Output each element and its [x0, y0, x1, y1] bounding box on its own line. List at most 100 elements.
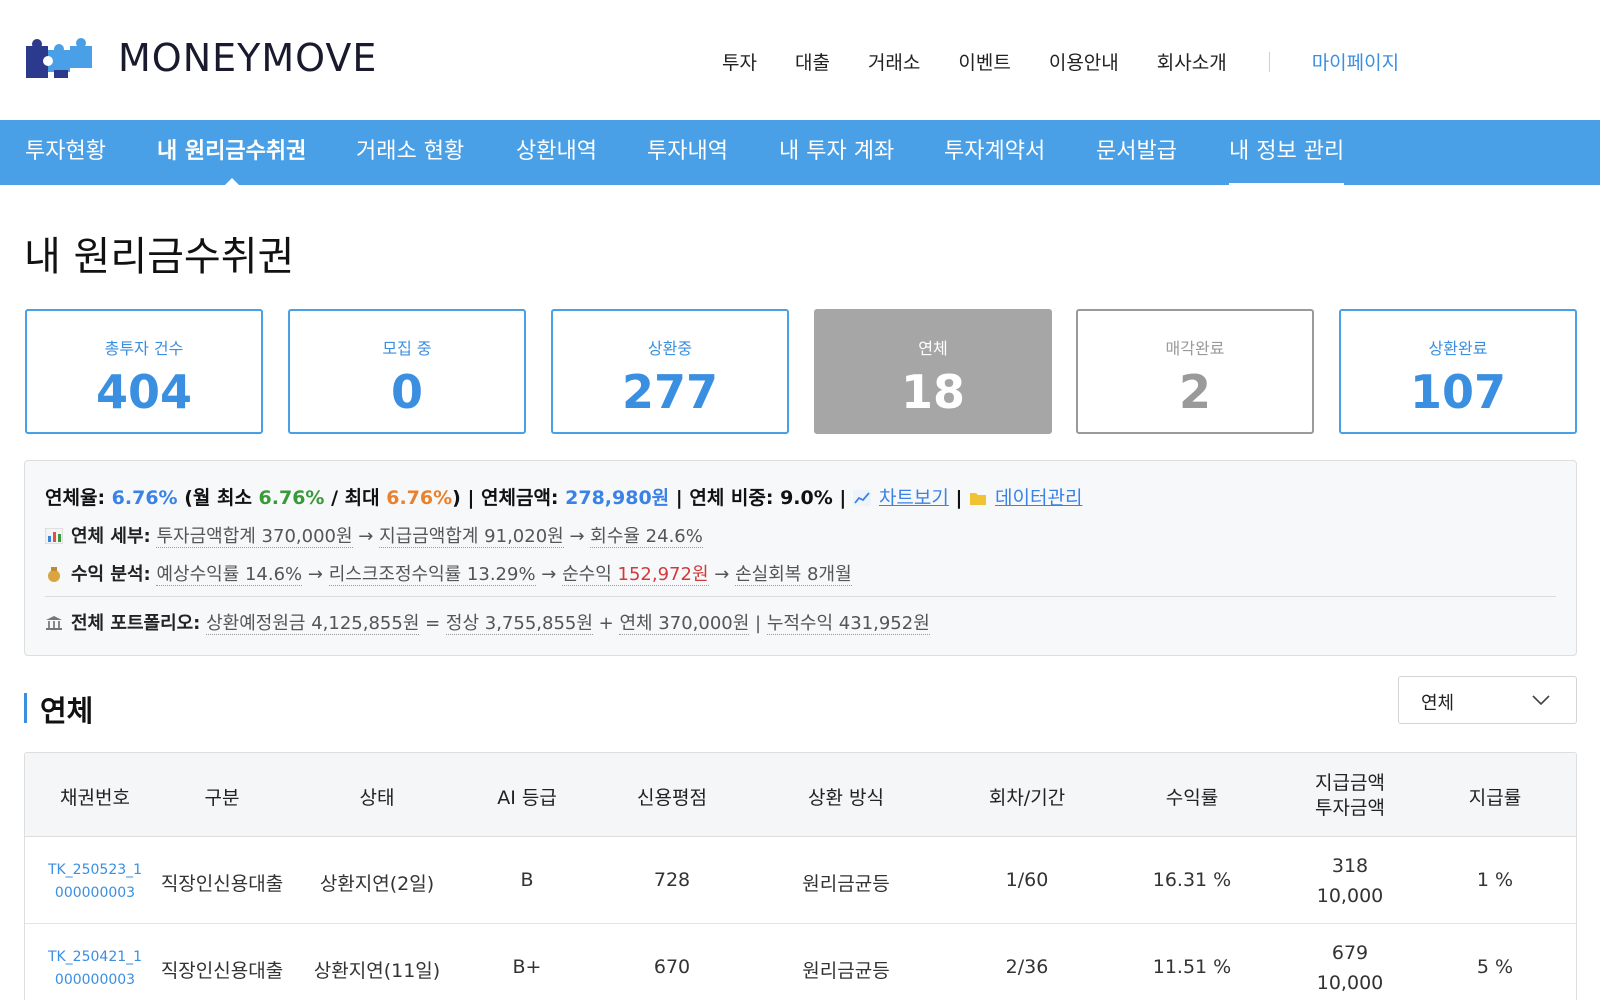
data-manage-link[interactable]: 데이터관리	[995, 487, 1082, 509]
top-nav-event[interactable]: 이벤트	[958, 48, 1010, 75]
cell-paid: 318	[1331, 855, 1369, 877]
col-invest-label: 투자금액	[1315, 797, 1385, 819]
separator: |	[948, 487, 970, 509]
net-profit: 순수익 152,972원	[562, 564, 709, 586]
overdue-rate-line: 연체율: 6.76% (월 최소 6.76% / 최대 6.76%) | 연체금…	[45, 483, 1082, 510]
tab-investment-status[interactable]: 투자현황	[25, 120, 106, 185]
arrow-icon: →	[541, 564, 557, 585]
col-repay-method: 상환 방식	[808, 787, 884, 809]
chart-icon	[852, 489, 871, 506]
net-profit-value: 152,972원	[617, 564, 709, 585]
normal-principal: 정상 3,755,855원	[445, 613, 593, 635]
chart-view-link[interactable]: 차트보기	[879, 487, 949, 509]
stat-card-completed[interactable]: 상환완료 107	[1339, 309, 1577, 434]
money-bag-icon	[45, 566, 63, 582]
cell-paid-invest: 679 10,000	[1317, 938, 1383, 998]
folder-icon	[969, 489, 987, 505]
overdue-rate-label: 연체율:	[45, 487, 112, 509]
stat-label: 상환완료	[1428, 339, 1488, 358]
cell-yield: 16.31 %	[1152, 869, 1232, 891]
stat-label: 모집 중	[382, 339, 432, 358]
table-row[interactable]: TK_250421_1 000000003 직장인신용대출 상환지연(11일) …	[25, 924, 1576, 1000]
logo[interactable]: MONEYMOVE	[24, 36, 377, 80]
stat-value: 0	[390, 365, 423, 419]
cell-ai-grade: B	[520, 869, 534, 891]
col-status: 상태	[359, 787, 395, 809]
tab-contracts[interactable]: 투자계약서	[944, 120, 1045, 185]
col-pay-rate: 지급률	[1468, 787, 1522, 809]
cell-status: 상환지연(2일)	[319, 873, 435, 895]
detail-label: 연체 세부:	[71, 526, 151, 547]
section-accent-bar	[24, 693, 27, 723]
stat-card-sold[interactable]: 매각완료 2	[1076, 309, 1314, 434]
page-title: 내 원리금수취권	[24, 234, 295, 280]
stat-value: 2	[1178, 365, 1211, 419]
table-row[interactable]: TK_250523_1 000000003 직장인신용대출 상환지연(2일) B…	[25, 837, 1576, 924]
overdue-amount-label: 연체금액:	[481, 487, 566, 509]
bond-id-link[interactable]: TK_250523_1 000000003	[48, 859, 142, 905]
cell-invest: 10,000	[1316, 885, 1384, 907]
cell-period: 1/60	[1005, 869, 1049, 891]
equals-sign: =	[419, 613, 446, 634]
cell-paid-invest: 318 10,000	[1317, 851, 1383, 911]
chevron-down-icon	[1532, 695, 1550, 705]
cell-period: 2/36	[1005, 956, 1049, 978]
col-ai-grade: AI 등급	[497, 787, 557, 809]
arrow-icon: →	[569, 526, 585, 547]
col-credit-score: 신용평점	[637, 787, 707, 809]
col-type: 구분	[204, 787, 240, 809]
bond-id-part2: 000000003	[54, 972, 136, 988]
top-nav-mypage[interactable]: 마이페이지	[1312, 48, 1399, 75]
nav-divider	[1268, 51, 1270, 72]
overdue-detail-line: 연체 세부: 투자금액합계 370,000원 → 지급금액합계 91,020원 …	[44, 522, 703, 548]
overdue-amount-value: 278,980원	[565, 487, 670, 509]
stat-card-repaying[interactable]: 상환중 277	[551, 309, 789, 434]
top-nav-exchange[interactable]: 거래소	[868, 48, 920, 75]
cell-type: 직장인신용대출	[160, 873, 284, 895]
bond-id-part1: TK_250523_1	[47, 862, 143, 878]
monthly-max-label: / 최대	[324, 487, 387, 509]
plus-sign: +	[592, 613, 620, 634]
stat-value: 277	[621, 365, 719, 419]
arrow-icon: →	[358, 526, 374, 547]
cell-invest: 10,000	[1316, 972, 1384, 994]
status-filter-select[interactable]: 연체	[1398, 676, 1577, 724]
loss-recovery-period: 손실회복 8개월	[735, 564, 852, 586]
tab-repayment-history[interactable]: 상환내역	[516, 120, 597, 185]
tab-investment-history[interactable]: 투자내역	[647, 120, 728, 185]
cell-credit-score: 670	[653, 956, 691, 978]
top-nav-loan[interactable]: 대출	[795, 48, 830, 75]
cell-paid: 679	[1331, 942, 1369, 964]
stat-card-recruiting[interactable]: 모집 중 0	[288, 309, 526, 434]
tab-my-info[interactable]: 내 정보 관리	[1229, 120, 1345, 185]
bond-id-link[interactable]: TK_250421_1 000000003	[48, 946, 142, 992]
top-nav-invest[interactable]: 투자	[722, 48, 757, 75]
stat-value: 404	[95, 365, 193, 419]
overdue-ratio: | 연체 비중: 9.0% |	[669, 487, 853, 509]
col-paid-invest: 지급금액 투자금액	[1315, 771, 1385, 821]
detail-invest-total: 투자금액합계 370,000원	[156, 526, 353, 548]
stat-card-overdue[interactable]: 연체 18	[814, 309, 1052, 434]
cell-pay-rate: 5 %	[1476, 956, 1514, 978]
top-nav-guide[interactable]: 이용안내	[1049, 48, 1119, 75]
bond-id-part1: TK_250421_1	[47, 949, 143, 965]
net-profit-label: 순수익	[562, 564, 618, 585]
separator: ) |	[452, 487, 481, 509]
tab-my-bonds[interactable]: 내 원리금수취권	[157, 120, 306, 185]
sub-nav: 투자현황 내 원리금수취권 거래소 현황 상환내역 투자내역 내 투자 계좌 투…	[0, 120, 1600, 185]
tab-documents[interactable]: 문서발급	[1096, 120, 1177, 185]
expected-yield: 예상수익률 14.6%	[156, 564, 303, 586]
puzzle-logo-icon	[26, 38, 92, 78]
tab-exchange-status[interactable]: 거래소 현황	[356, 120, 464, 185]
col-bond-no: 채권번호	[60, 787, 130, 809]
tab-my-account[interactable]: 내 투자 계좌	[779, 120, 894, 185]
monthly-min-label: (월 최소	[177, 487, 259, 509]
overdue-principal: 연체 370,000원	[619, 613, 750, 635]
arrow-icon: →	[714, 564, 730, 585]
stat-card-total[interactable]: 총투자 건수 404	[25, 309, 263, 434]
stat-value: 107	[1409, 365, 1507, 419]
cell-ai-grade: B+	[512, 956, 542, 978]
top-nav-company[interactable]: 회사소개	[1157, 48, 1227, 75]
active-tab-caret-icon	[224, 178, 239, 185]
overdue-rate-value: 6.76%	[111, 487, 178, 509]
